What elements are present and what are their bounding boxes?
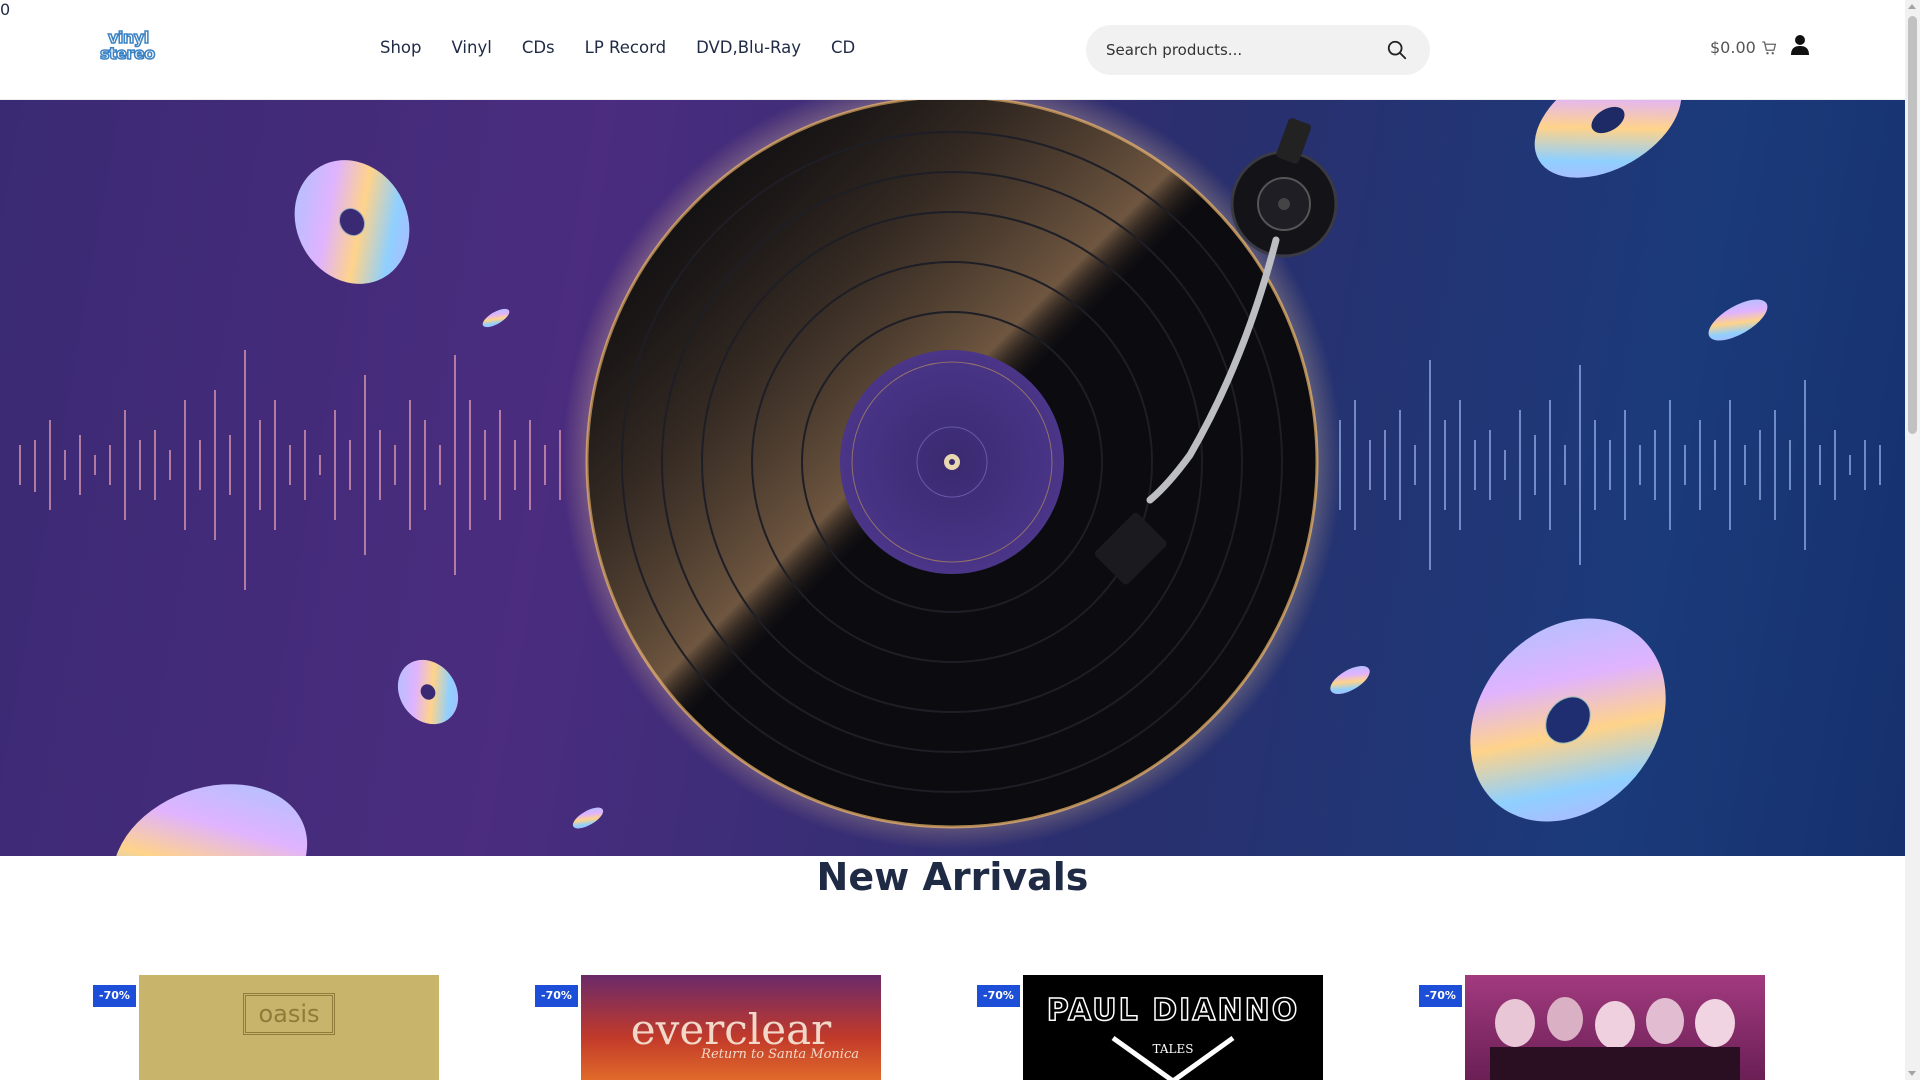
product-card[interactable]: -70% oasis	[93, 975, 493, 1080]
nav-cd[interactable]: CD	[831, 38, 855, 57]
scrollbar-thumb[interactable]	[1908, 16, 1917, 434]
search-box	[1086, 25, 1430, 75]
cd-disc-icon	[1470, 618, 1666, 822]
discount-badge: -70%	[93, 985, 136, 1007]
cart-count-badge: 0	[0, 0, 11, 19]
scroll-down-arrow-icon[interactable]	[1908, 1071, 1916, 1076]
cart-button[interactable]: $0.00	[1710, 38, 1778, 57]
nav-shop[interactable]: Shop	[380, 38, 422, 57]
main-nav: Shop Vinyl CDs LP Record DVD,Blu-Ray CD	[380, 38, 855, 57]
nav-cds[interactable]: CDs	[522, 38, 555, 57]
page-scrollbar[interactable]	[1905, 0, 1920, 1080]
cover-subtitle: Return to Santa Monica	[701, 1047, 859, 1062]
logo-text-line2: stereo	[99, 43, 156, 64]
nav-lp-record[interactable]: LP Record	[585, 38, 666, 57]
section-title-new-arrivals: New Arrivals	[816, 855, 1089, 899]
cd-disc-icon	[112, 784, 308, 856]
cover-title: oasis	[243, 993, 335, 1035]
cd-disc-icon	[294, 160, 410, 284]
discount-badge: -70%	[1419, 985, 1462, 1007]
sound-wave-left	[19, 350, 561, 590]
cd-disc-icon	[1330, 666, 1370, 694]
cd-disc-icon	[572, 807, 604, 829]
nav-vinyl[interactable]: Vinyl	[452, 38, 492, 57]
cart-total: $0.00	[1710, 38, 1756, 57]
product-grid: -70% oasis -70% everclear Return to Sant…	[0, 975, 1905, 1080]
product-card[interactable]: -70%	[1419, 975, 1819, 1080]
search-input[interactable]	[1106, 25, 1376, 75]
band-photo-icon	[1490, 997, 1740, 1080]
site-logo[interactable]: vinyl stereo	[99, 27, 170, 68]
sound-wave-right	[1339, 360, 1881, 570]
site-header: vinyl stereo Shop Vinyl CDs LP Record DV…	[0, 0, 1905, 100]
cd-disc-icon	[397, 659, 459, 725]
cart-icon	[1762, 40, 1776, 54]
product-cover[interactable]: everclear Return to Santa Monica	[581, 975, 881, 1080]
discount-badge: -70%	[535, 985, 578, 1007]
scroll-up-arrow-icon[interactable]	[1908, 4, 1916, 9]
product-cover[interactable]: PAUL DIANNO TALES	[1023, 975, 1323, 1080]
product-cover[interactable]	[1465, 975, 1765, 1080]
product-cover[interactable]: oasis	[139, 975, 439, 1080]
user-icon[interactable]	[1790, 34, 1810, 56]
search-icon[interactable]	[1386, 39, 1408, 61]
hero-illustration	[19, 100, 1881, 856]
nav-dvd-bluray[interactable]: DVD,Blu-Ray	[696, 38, 801, 57]
cd-disc-icon	[482, 308, 510, 328]
cd-disc-icon	[1534, 100, 1682, 178]
star-icon	[1111, 1035, 1235, 1080]
cover-title: PAUL DIANNO	[1046, 992, 1300, 1029]
cd-disc-icon	[1708, 299, 1768, 341]
product-card[interactable]: -70% PAUL DIANNO TALES	[977, 975, 1377, 1080]
product-card[interactable]: -70% everclear Return to Santa Monica	[535, 975, 935, 1080]
discount-badge: -70%	[977, 985, 1020, 1007]
hero-banner[interactable]	[0, 100, 1905, 856]
vinyl-record-icon	[585, 100, 1319, 829]
